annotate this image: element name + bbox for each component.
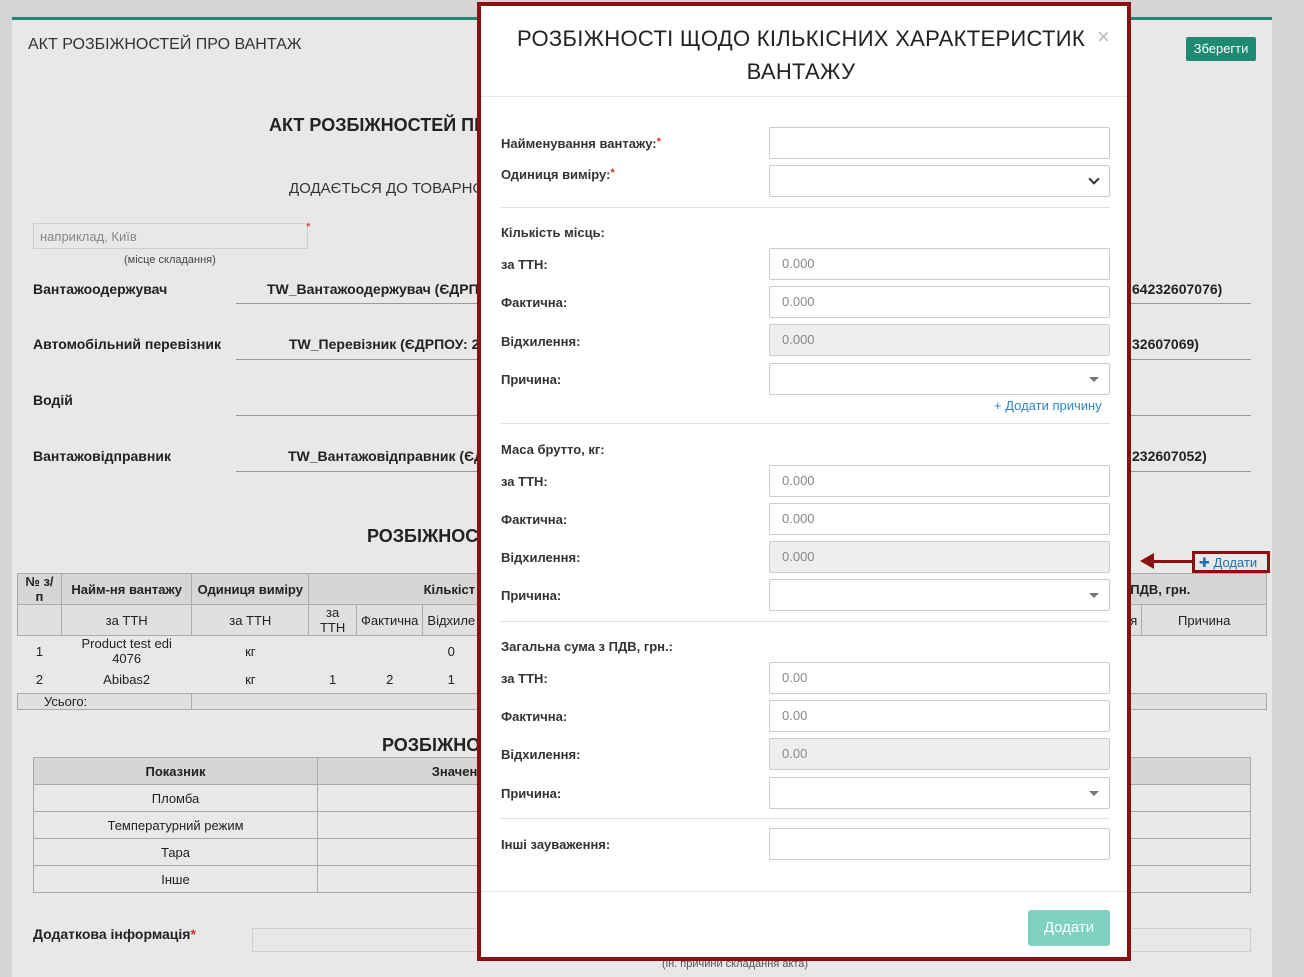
mass-reason-select[interactable] (769, 579, 1110, 611)
section-title: РОЗБІЖНОСТ (367, 526, 489, 546)
party-value-tail: 232607052) (1132, 448, 1207, 464)
divider (501, 621, 1110, 622)
party-label: Вантажоодержувач (33, 281, 168, 297)
table-header: Кількіст (308, 573, 481, 605)
other-remarks-label: Інші зауваження: (501, 837, 611, 852)
table-subheader: Фактична (356, 604, 424, 636)
discrepancy-modal: РОЗБІЖНОСТІ ЩОДО КІЛЬКІСНИХ ХАРАКТЕРИСТИ… (477, 2, 1131, 961)
places-reason-label: Причина: (501, 372, 562, 387)
chevron-down-icon (1088, 173, 1100, 185)
modal-title: РОЗБІЖНОСТІ ЩОДО КІЛЬКІСНИХ ХАРАКТЕРИСТИ… (517, 26, 1085, 84)
table-subheader: Причина (1141, 604, 1267, 636)
sum-reason-label: Причина: (501, 786, 562, 801)
required-mark: * (306, 220, 311, 234)
table-header: Одиниця виміру (191, 573, 310, 605)
places-ttn-label: за ТТН: (501, 257, 548, 272)
sum-ttn-label: за ТТН: (501, 671, 548, 686)
party-value: TW_Вантажоодержувач (ЄДРП (267, 281, 479, 297)
annotation-arrow-head (1140, 553, 1154, 569)
save-button[interactable]: Зберегти (1186, 37, 1256, 61)
modal-footer: Додати (481, 891, 1127, 961)
places-deviation-input: 0.000 (769, 324, 1110, 356)
unit-select[interactable] (769, 165, 1110, 197)
caret-down-icon (1089, 791, 1099, 796)
mass-deviation-input: 0.000 (769, 541, 1110, 573)
place-caption: (місце складання) (124, 254, 216, 266)
table-header: Показник (33, 757, 318, 785)
table-header: Найм-ня вантажу (60, 573, 193, 605)
sum-deviation-label: Відхилення: (501, 747, 581, 762)
table-subheader: за ТТН (308, 604, 358, 636)
table-subheader: Відхиле (422, 604, 481, 636)
table-subheader: за ТТН (60, 604, 193, 636)
annotation-arrow (1152, 560, 1194, 563)
places-reason-select[interactable] (769, 363, 1110, 395)
cargo-name-input[interactable] (769, 127, 1110, 159)
party-label: Вантажовідправник (33, 448, 171, 464)
sum-reason-select[interactable] (769, 777, 1110, 809)
document-title: АКТ РОЗБІЖНОСТЕЙ ПР (269, 115, 487, 135)
document-subtitle: ДОДАЄТЬСЯ ДО ТОВАРНО (289, 180, 485, 197)
party-label: Водій (33, 392, 73, 408)
caret-down-icon (1089, 593, 1099, 598)
plus-icon: ✚ (1199, 555, 1214, 570)
sum-title: Загальна сума з ПДВ, грн.: (501, 639, 673, 654)
sum-deviation-input: 0.00 (769, 738, 1110, 770)
modal-header: РОЗБІЖНОСТІ ЩОДО КІЛЬКІСНИХ ХАРАКТЕРИСТИ… (481, 6, 1127, 97)
places-deviation-label: Відхилення: (501, 334, 581, 349)
mass-deviation-label: Відхилення: (501, 550, 581, 565)
sum-actual-input[interactable]: 0.00 (769, 700, 1110, 732)
mass-ttn-input[interactable]: 0.000 (769, 465, 1110, 497)
table-subheader: за ТТН (191, 604, 310, 636)
sum-actual-label: Фактична: (501, 709, 568, 724)
mass-reason-label: Причина: (501, 588, 562, 603)
mass-title: Маса брутто, кг: (501, 442, 605, 457)
places-actual-label: Фактична: (501, 295, 568, 310)
section-title: РОЗБІЖНО (382, 735, 481, 755)
mass-actual-label: Фактична: (501, 512, 568, 527)
total-label: Усього: (16, 692, 193, 710)
places-ttn-input[interactable]: 0.000 (769, 248, 1110, 280)
caret-down-icon (1089, 377, 1099, 382)
party-value-tail: 32607069) (1132, 336, 1199, 352)
page-title: АКТ РОЗБІЖНОСТЕЙ ПРО ВАНТАЖ (28, 36, 302, 53)
places-actual-input[interactable]: 0.000 (769, 286, 1110, 318)
add-button[interactable]: Додати (1028, 910, 1110, 946)
place-input[interactable]: наприклад, Київ (33, 223, 308, 249)
party-value: TW_Перевізник (ЄДРПОУ: 22 (289, 336, 488, 352)
sum-ttn-input[interactable]: 0.00 (769, 662, 1110, 694)
party-value: TW_Вантажовідправник (ЄД (288, 448, 485, 464)
table-header: ПДВ, грн. (1125, 573, 1267, 605)
party-label: Автомобільний перевізник (33, 336, 221, 352)
mass-ttn-label: за ТТН: (501, 474, 548, 489)
add-row-button[interactable]: ✚ Додати (1192, 551, 1270, 573)
extra-info-label: Додаткова інформація* (33, 926, 196, 942)
mass-actual-input[interactable]: 0.000 (769, 503, 1110, 535)
places-title: Кількість місць: (501, 225, 605, 240)
cargo-name-label: Найменування вантажу:* (501, 136, 661, 151)
other-remarks-input[interactable] (769, 828, 1110, 860)
divider (501, 423, 1110, 424)
party-value-tail: 64232607076) (1132, 281, 1223, 297)
close-icon[interactable]: × (1097, 24, 1110, 50)
unit-label: Одиниця виміру:* (501, 167, 615, 182)
table-header: № з/п (17, 573, 62, 605)
add-reason-link[interactable]: + Додати причину (994, 398, 1102, 413)
divider (501, 818, 1110, 819)
divider (501, 207, 1110, 208)
